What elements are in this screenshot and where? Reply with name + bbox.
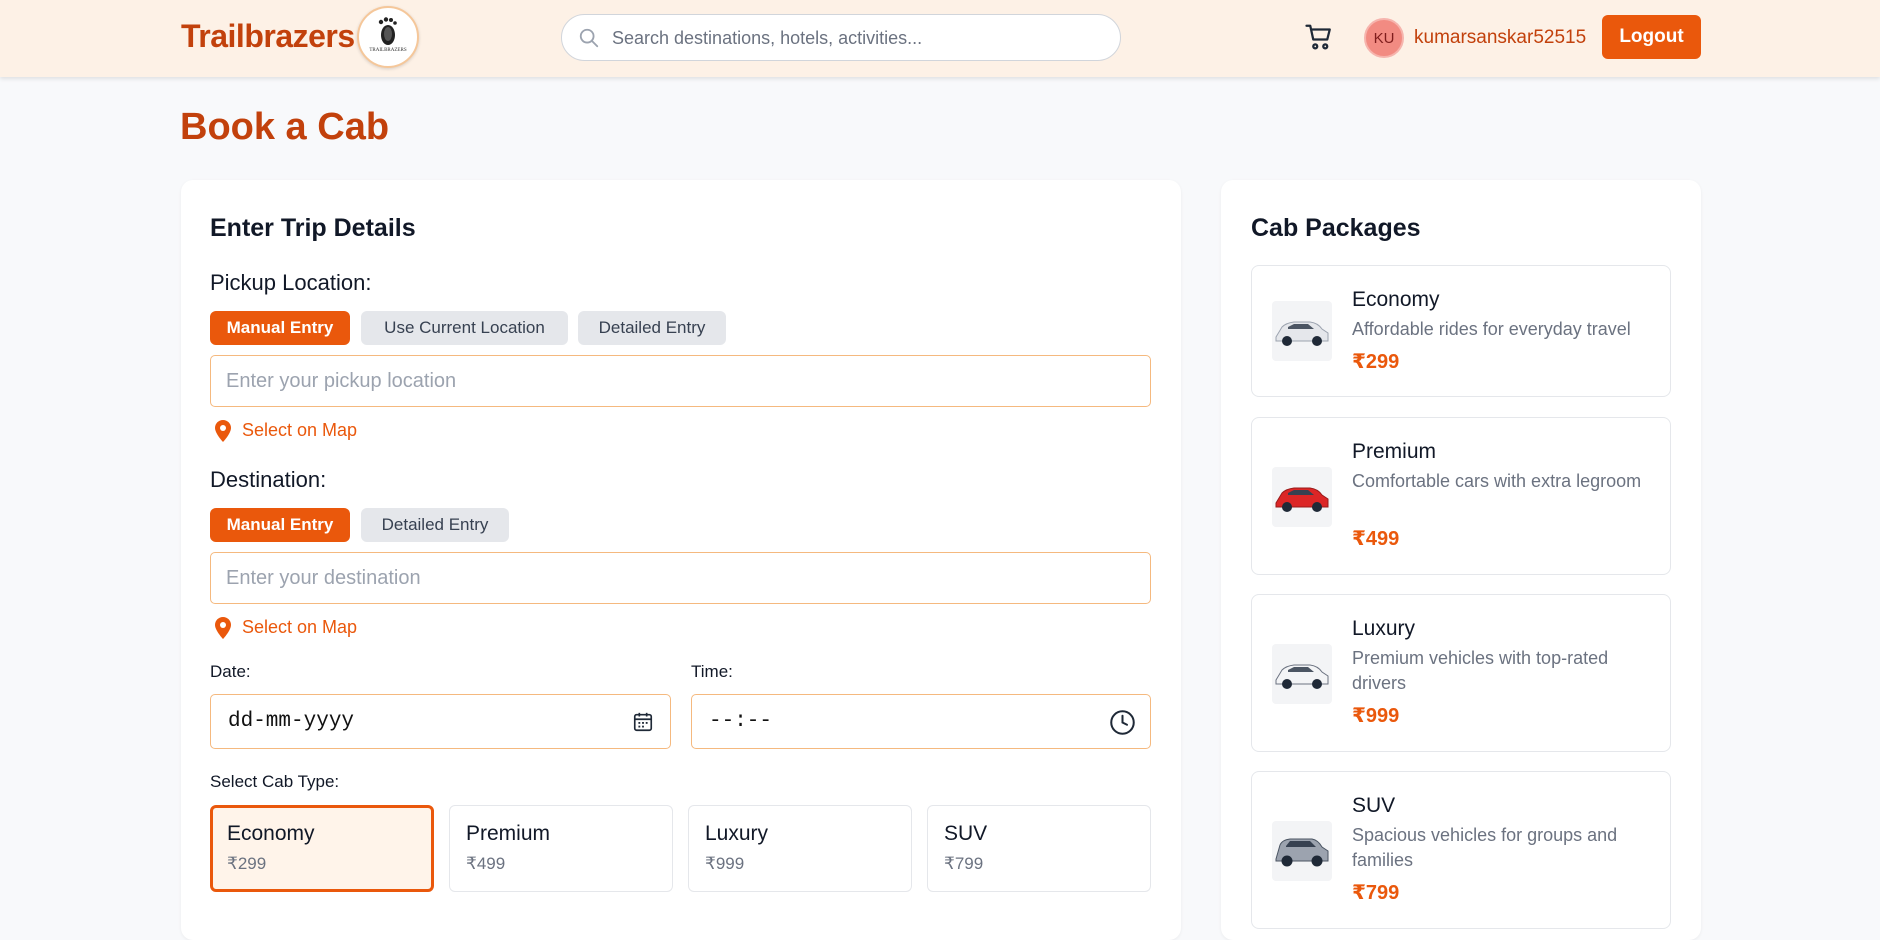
logout-button[interactable]: Logout xyxy=(1602,15,1701,59)
cab-option-price: ₹299 xyxy=(227,854,267,873)
pickup-current-location-tab[interactable]: Use Current Location xyxy=(361,311,568,345)
time-input[interactable]: --:-- xyxy=(691,694,1151,749)
date-label: Date: xyxy=(210,662,251,681)
destination-input[interactable] xyxy=(210,552,1151,604)
package-name: Premium xyxy=(1352,440,1437,463)
pickup-location-input[interactable] xyxy=(210,355,1151,407)
username[interactable]: kumarsanskar52515 xyxy=(1414,27,1586,49)
destination-detailed-entry-tab[interactable]: Detailed Entry xyxy=(361,508,509,542)
car-thumbnail xyxy=(1272,821,1332,881)
map-pin-icon xyxy=(215,617,231,639)
package-description: Spacious vehicles for groups and familie… xyxy=(1352,825,1618,870)
package-price: ₹299 xyxy=(1352,351,1400,373)
pickup-manual-entry-tab[interactable]: Manual Entry xyxy=(210,311,350,345)
cart-icon xyxy=(1305,24,1331,50)
cab-option-name: Economy xyxy=(227,822,315,845)
car-thumbnail xyxy=(1272,644,1332,704)
search-icon xyxy=(579,28,599,48)
time-value: --:-- xyxy=(709,710,773,733)
page-title: Book a Cab xyxy=(180,106,390,148)
footprint-icon xyxy=(378,17,397,45)
brand-name[interactable]: Trailbrazers xyxy=(181,18,355,55)
search-bar xyxy=(561,14,1121,61)
car-thumbnail xyxy=(1272,467,1332,527)
logo-text: TRAILBRAZERS xyxy=(369,48,407,53)
package-card-suv[interactable]: SUV Spacious vehicles for groups and fam… xyxy=(1251,771,1671,929)
car-icon xyxy=(1275,838,1329,867)
search-input[interactable] xyxy=(612,23,1102,53)
trip-details-heading: Enter Trip Details xyxy=(210,214,416,242)
destination-manual-entry-tab[interactable]: Manual Entry xyxy=(210,508,350,542)
cab-option-price: ₹499 xyxy=(466,854,506,873)
select-on-map-label: Select on Map xyxy=(242,617,358,637)
date-input[interactable]: dd-mm-yyyy xyxy=(210,694,671,749)
package-description: Premium vehicles with top-rated drivers xyxy=(1352,648,1609,693)
calendar-icon[interactable] xyxy=(632,711,654,733)
package-name: Economy xyxy=(1352,288,1440,311)
package-price: ₹999 xyxy=(1352,705,1400,727)
package-description: Comfortable cars with extra legroom xyxy=(1352,471,1642,491)
cart-button[interactable] xyxy=(1304,22,1334,57)
cab-option-price: ₹999 xyxy=(705,854,745,873)
cab-packages-heading: Cab Packages xyxy=(1251,214,1421,242)
pickup-label: Pickup Location: xyxy=(210,270,372,295)
package-name: SUV xyxy=(1352,794,1396,817)
cab-option-price: ₹799 xyxy=(944,854,984,873)
package-card-premium[interactable]: Premium Comfortable cars with extra legr… xyxy=(1251,417,1671,575)
cab-packages-card: Cab Packages Economy Affordable rides fo… xyxy=(1221,180,1701,940)
map-pin-icon xyxy=(215,420,231,442)
cab-type-label: Select Cab Type: xyxy=(210,772,340,791)
package-price: ₹499 xyxy=(1352,528,1400,550)
cab-option-suv[interactable]: SUV ₹799 xyxy=(927,805,1151,892)
package-description: Affordable rides for everyday travel xyxy=(1352,319,1631,339)
select-on-map-label: Select on Map xyxy=(242,420,358,440)
package-name: Luxury xyxy=(1352,617,1416,640)
time-label: Time: xyxy=(691,662,733,681)
package-card-luxury[interactable]: Luxury Premium vehicles with top-rated d… xyxy=(1251,594,1671,752)
cab-option-luxury[interactable]: Luxury ₹999 xyxy=(688,805,912,892)
user-avatar[interactable]: KU xyxy=(1364,18,1404,58)
cab-option-premium[interactable]: Premium ₹499 xyxy=(449,805,673,892)
cab-option-name: Premium xyxy=(466,822,551,845)
car-thumbnail xyxy=(1272,301,1332,361)
pickup-select-on-map-link[interactable]: Select on Map xyxy=(213,418,383,444)
package-price: ₹799 xyxy=(1352,882,1400,904)
brand-logo[interactable]: TRAILBRAZERS xyxy=(357,6,419,68)
car-icon xyxy=(1275,487,1329,512)
package-card-economy[interactable]: Economy Affordable rides for everyday tr… xyxy=(1251,265,1671,397)
cab-option-name: SUV xyxy=(944,822,988,845)
clock-icon[interactable] xyxy=(1109,709,1136,736)
date-value: dd-mm-yyyy xyxy=(228,710,355,733)
destination-label: Destination: xyxy=(210,467,327,492)
cab-option-name: Luxury xyxy=(705,822,769,845)
pickup-detailed-entry-tab[interactable]: Detailed Entry xyxy=(578,311,726,345)
destination-select-on-map-link[interactable]: Select on Map xyxy=(213,615,383,641)
cab-option-economy[interactable]: Economy ₹299 xyxy=(210,805,434,892)
top-navbar: Trailbrazers TRAILBRAZERS KU kumarsanska… xyxy=(0,0,1880,77)
car-icon xyxy=(1275,321,1329,346)
car-icon xyxy=(1275,664,1329,689)
